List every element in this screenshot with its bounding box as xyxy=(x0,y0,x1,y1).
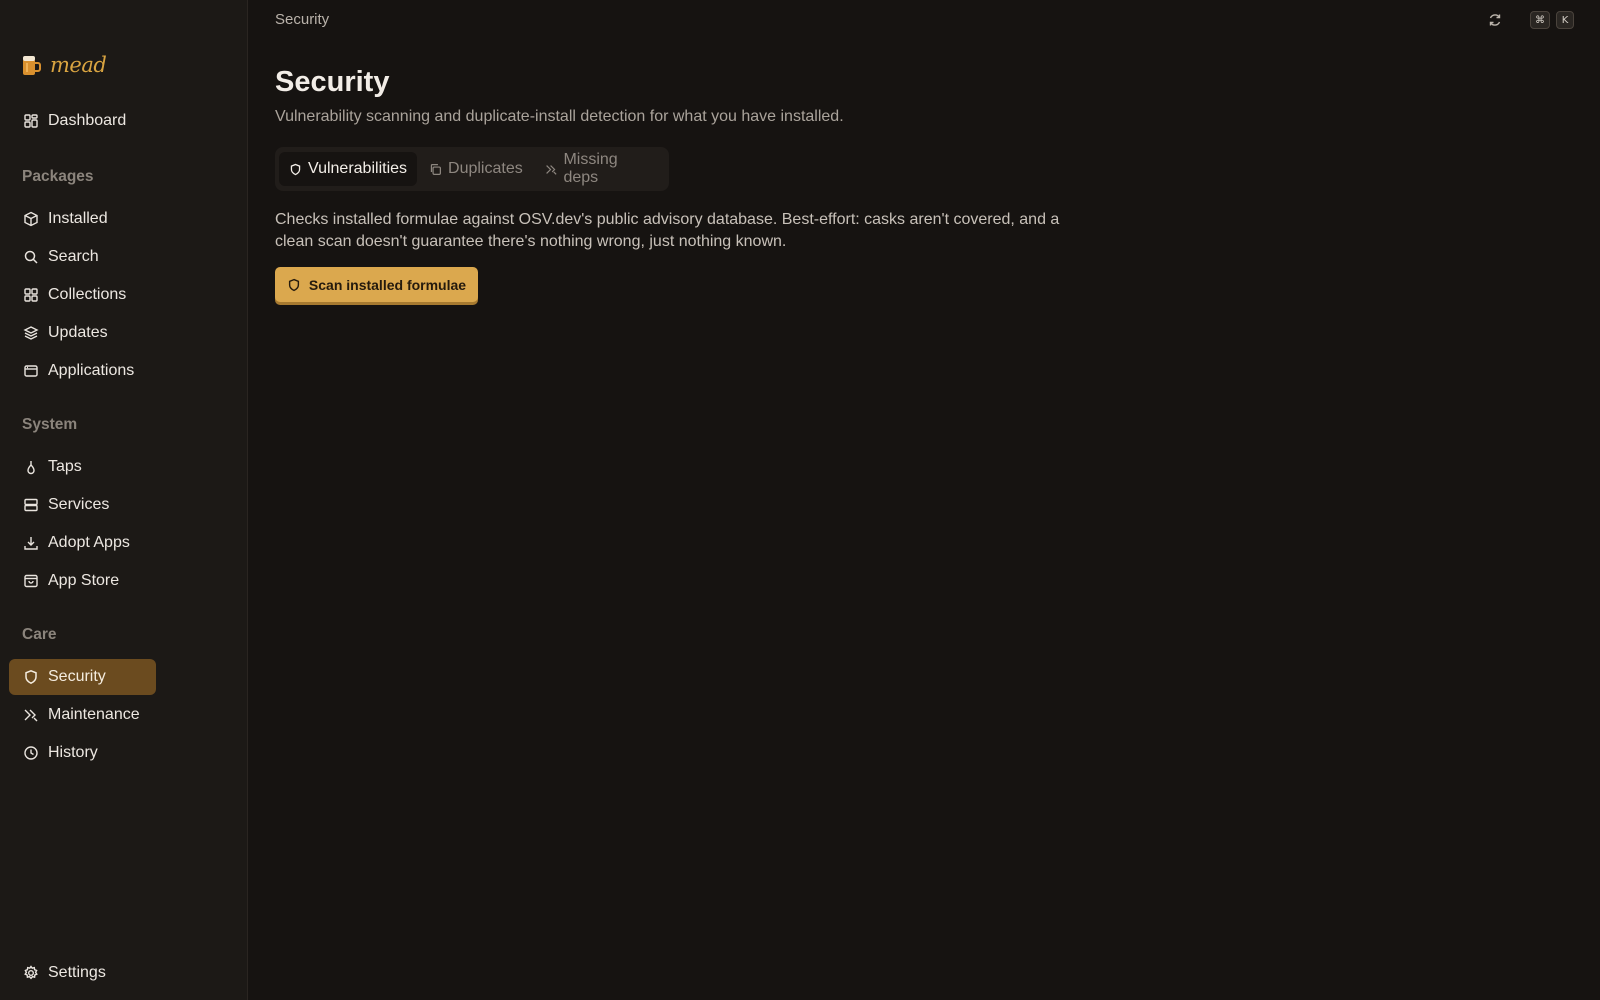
top-actions: ⌘ K xyxy=(1486,11,1574,29)
tab-duplicates[interactable]: Duplicates xyxy=(419,152,533,186)
topbar-title: Security xyxy=(275,11,330,28)
sidebar-item-dashboard[interactable]: Dashboard xyxy=(9,103,156,139)
refresh-icon[interactable] xyxy=(1486,11,1504,29)
section-packages: Packages xyxy=(22,168,94,185)
scan-description: Checks installed formulae against OSV.de… xyxy=(275,211,1060,250)
tab-label: Duplicates xyxy=(448,160,523,177)
sidebar-item-installed[interactable]: Installed xyxy=(9,201,156,237)
sidebar-item-label: History xyxy=(48,744,98,761)
beer-mug-icon xyxy=(23,56,41,75)
sidebar-item-label: Collections xyxy=(48,286,127,303)
sidebar-item-collections[interactable]: Collections xyxy=(9,277,156,313)
store-icon xyxy=(24,574,38,588)
sidebar-item-label: Adopt Apps xyxy=(48,534,130,551)
sidebar-item-label: Updates xyxy=(48,324,108,341)
copy-icon xyxy=(430,163,441,175)
sidebar-item-taps[interactable]: Taps xyxy=(9,449,156,485)
sidebar-item-label: Installed xyxy=(48,210,108,227)
sidebar-item-label: App Store xyxy=(48,572,120,589)
tab-missing-deps[interactable]: Missing deps xyxy=(535,151,665,186)
page-subtitle: Vulnerability scanning and duplicate-ins… xyxy=(275,108,844,125)
page-title: Security xyxy=(275,66,390,98)
sidebar-item-label: Taps xyxy=(48,458,82,475)
sidebar-item-settings[interactable]: Settings xyxy=(9,955,156,991)
tab-bar: Vulnerabilities Duplicates Missing deps xyxy=(275,147,669,191)
clock-icon xyxy=(24,746,38,760)
layers-icon xyxy=(23,326,39,340)
grid-icon xyxy=(24,288,38,302)
shield-icon xyxy=(288,278,299,291)
section-system: System xyxy=(22,416,78,433)
sidebar-item-label: Applications xyxy=(48,362,135,379)
sidebar-item-label: Maintenance xyxy=(48,706,140,723)
kbd-k[interactable]: K xyxy=(1556,11,1574,29)
app-name: mead xyxy=(50,53,107,77)
tab-label: Vulnerabilities xyxy=(308,160,408,177)
wrench-icon xyxy=(545,164,557,175)
sidebar-item-adopt-apps[interactable]: Adopt Apps xyxy=(9,525,156,561)
sidebar-item-updates[interactable]: Updates xyxy=(9,315,156,351)
search-icon xyxy=(24,250,38,264)
sidebar-item-services[interactable]: Services xyxy=(9,487,156,523)
shield-icon xyxy=(25,669,37,685)
sidebar-item-applications[interactable]: Applications xyxy=(9,353,156,389)
gear-icon xyxy=(24,965,38,980)
sidebar-item-label: Services xyxy=(48,496,110,513)
sidebar-item-label: Dashboard xyxy=(48,112,127,129)
scan-installed-formulae-button[interactable]: Scan installed formulae xyxy=(275,267,478,302)
kbd-command[interactable]: ⌘ xyxy=(1530,11,1550,29)
dashboard-icon xyxy=(24,114,38,128)
sidebar-item-history[interactable]: History xyxy=(9,735,156,771)
sidebar-item-search[interactable]: Search xyxy=(9,239,156,275)
tab-vulnerabilities[interactable]: Vulnerabilities xyxy=(279,152,418,186)
sidebar-item-label: Search xyxy=(48,248,99,265)
button-label: Scan installed formulae xyxy=(308,276,467,293)
sidebar-item-security[interactable]: Security xyxy=(9,659,156,695)
sidebar-item-maintenance[interactable]: Maintenance xyxy=(9,697,156,733)
shield-icon xyxy=(290,163,301,175)
sidebar: mead Dashboard Packages Installed Search… xyxy=(0,0,248,1000)
package-icon xyxy=(24,211,38,227)
sidebar-item-app-store[interactable]: App Store xyxy=(9,563,156,599)
section-care: Care xyxy=(22,626,57,643)
sidebar-item-label: Security xyxy=(48,668,106,685)
download-icon xyxy=(24,537,38,550)
tab-label: Missing deps xyxy=(563,151,618,186)
wrench-icon xyxy=(24,709,38,722)
brand[interactable]: mead xyxy=(20,50,107,80)
droplet-icon xyxy=(27,461,35,475)
server-icon xyxy=(24,498,38,512)
sidebar-item-label: Settings xyxy=(48,964,106,981)
app-window-icon xyxy=(24,365,38,377)
